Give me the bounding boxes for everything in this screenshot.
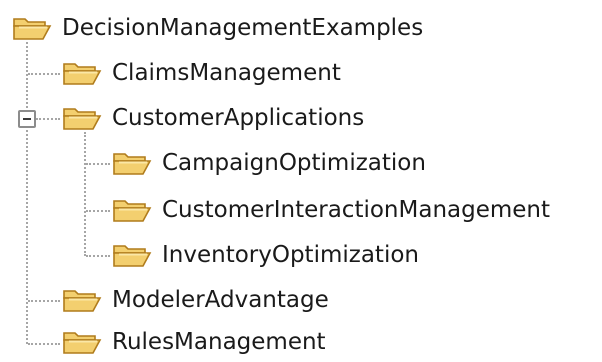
tree-guide-line <box>86 210 110 212</box>
tree-node-label: CustomerApplications <box>112 105 365 131</box>
open-folder-icon <box>13 18 52 40</box>
tree-node-modeler-advantage[interactable]: ModelerAdvantage <box>62 280 329 320</box>
open-folder-icon <box>113 200 152 222</box>
tree-node-label: CampaignOptimization <box>162 150 426 176</box>
open-folder-icon <box>113 245 152 267</box>
open-folder-icon <box>63 290 102 312</box>
tree-node-customer-applications[interactable]: CustomerApplications <box>62 98 364 138</box>
tree-node-label: CustomerInteractionManagement <box>162 197 551 223</box>
tree-node-label: ClaimsManagement <box>112 60 341 86</box>
tree-guide-line <box>28 73 60 75</box>
collapse-toggle[interactable] <box>18 110 36 128</box>
open-folder-icon <box>113 153 152 175</box>
tree-node-rules-management[interactable]: RulesManagement <box>62 322 326 362</box>
tree-node-root[interactable]: DecisionManagementExamples <box>12 8 423 48</box>
tree-node-claims-management[interactable]: ClaimsManagement <box>62 53 341 93</box>
tree-guide-line <box>36 118 60 120</box>
tree-guide-line <box>84 132 86 256</box>
tree-node-label: RulesManagement <box>112 329 326 355</box>
tree-guide-line <box>28 343 60 345</box>
open-folder-icon <box>63 332 102 354</box>
tree-guide-line <box>86 255 110 257</box>
tree-guide-line <box>86 163 110 165</box>
open-folder-icon <box>63 108 102 130</box>
folder-tree: DecisionManagementExamples ClaimsManagem… <box>0 0 602 360</box>
tree-node-campaign-optimization[interactable]: CampaignOptimization <box>112 143 426 183</box>
tree-node-label: DecisionManagementExamples <box>62 15 424 41</box>
open-folder-icon <box>63 63 102 85</box>
tree-node-customer-interaction-management[interactable]: CustomerInteractionManagement <box>112 190 550 230</box>
tree-node-inventory-optimization[interactable]: InventoryOptimization <box>112 235 419 275</box>
tree-guide-line <box>26 42 28 344</box>
tree-node-label: InventoryOptimization <box>162 242 419 268</box>
tree-guide-line <box>28 300 60 302</box>
tree-node-label: ModelerAdvantage <box>112 287 329 313</box>
